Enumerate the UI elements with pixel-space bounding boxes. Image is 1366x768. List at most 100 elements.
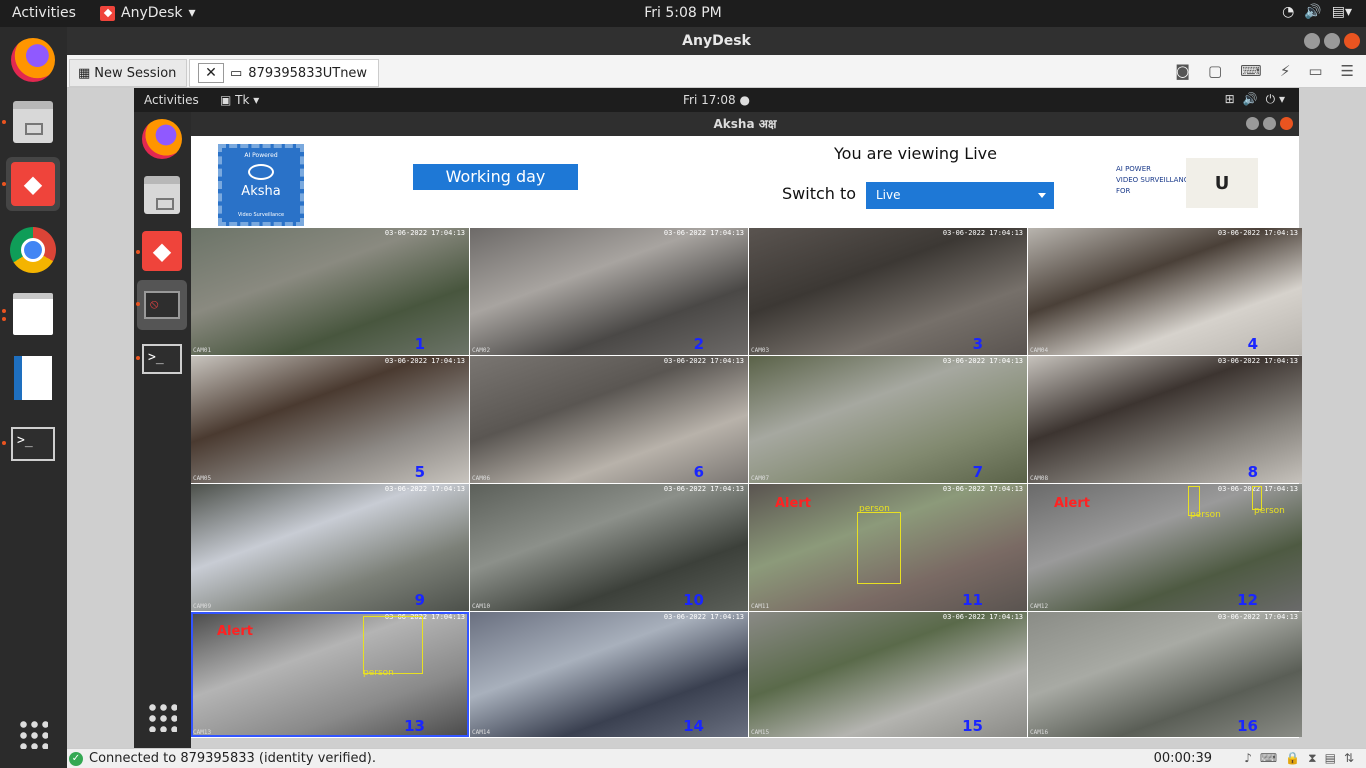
dock-anydesk[interactable]: ◆: [6, 157, 60, 211]
battery-icon: ▤▾: [1331, 4, 1352, 20]
camera-timestamp: 03-06-2022 17:04:13: [384, 229, 465, 237]
camera-timestamp: 03-06-2022 17:04:13: [942, 613, 1023, 621]
remote-dock: ◆ ⦸ >_: [134, 112, 191, 748]
camera-feed-14[interactable]: 03-06-2022 17:04:13 CAM14 14: [470, 612, 748, 737]
camera-label: CAM15: [751, 729, 770, 736]
connection-status: Connected to 879395833 (identity verifie…: [89, 751, 376, 766]
camera-feed-10[interactable]: 03-06-2022 17:04:13 CAM10 10: [470, 484, 748, 611]
input-permission-icon[interactable]: ⌨: [1260, 751, 1277, 766]
anydesk-icon: ◆: [142, 231, 182, 271]
remote-dock-tk-app[interactable]: ⦸: [137, 280, 187, 330]
keyboard-icon[interactable]: ⌨: [1240, 62, 1262, 80]
dock-terminal[interactable]: >_: [6, 417, 60, 471]
camera-feed-13[interactable]: 03-06-2022 17:04:13 CAM13 13 Alert person: [191, 612, 469, 737]
tab-label: 879395833UTnew: [248, 65, 368, 81]
camera-feed-8[interactable]: 03-06-2022 17:04:13 CAM08 8: [1028, 356, 1302, 483]
remote-show-applications[interactable]: [137, 692, 187, 742]
close-tab-icon[interactable]: ✕: [198, 63, 224, 83]
menu-icon[interactable]: ☰: [1341, 62, 1354, 80]
camera-number: 15: [962, 717, 983, 735]
brand-line: VIDEO SURVEILLANCE: [1116, 176, 1194, 184]
permission-icons: ♪ ⌨ 🔒 ⧗ ▤ ⇅: [1244, 751, 1354, 766]
camera-feed-15[interactable]: 03-06-2022 17:04:13 CAM15 15: [749, 612, 1027, 737]
camera-feed-2[interactable]: 03-06-2022 17:04:13 CAM02 2: [470, 228, 748, 355]
camera-label: CAM04: [1030, 347, 1049, 354]
dock-chrome[interactable]: [6, 223, 60, 277]
camera-feed-7[interactable]: 03-06-2022 17:04:13 CAM07 7: [749, 356, 1027, 483]
dock-files[interactable]: [6, 95, 60, 149]
aksha-window-controls: [1246, 117, 1293, 130]
text-editor-icon: [13, 293, 53, 335]
system-tray[interactable]: ◔ 🔊 ▤▾: [1282, 4, 1352, 20]
camera-number: 10: [683, 591, 704, 609]
display-settings-icon[interactable]: ◙: [1175, 62, 1190, 80]
display-icon[interactable]: ▭: [1308, 62, 1322, 80]
camera-feed-4[interactable]: 03-06-2022 17:04:13 CAM04 4: [1028, 228, 1302, 355]
camera-label: CAM02: [472, 347, 491, 354]
show-applications-button[interactable]: [6, 707, 60, 761]
remote-dock-terminal[interactable]: >_: [137, 334, 187, 384]
dock-text-editor[interactable]: [6, 287, 60, 341]
session-timer: 00:00:39: [1153, 751, 1212, 766]
clipboard-icon[interactable]: ▤: [1325, 751, 1336, 766]
person-detection-box: [857, 512, 901, 584]
camera-grid: 03-06-2022 17:04:13 CAM01 1 03-06-2022 17:0…: [191, 228, 1302, 738]
remote-clock[interactable]: Fri 17:08 ●: [134, 93, 1299, 107]
camera-timestamp: 03-06-2022 17:04:13: [663, 357, 744, 365]
view-mode-select[interactable]: Live: [866, 182, 1054, 209]
dock-firefox[interactable]: [6, 33, 60, 87]
firefox-icon: [11, 38, 55, 82]
person-detection-label: person: [1190, 510, 1221, 520]
camera-timestamp: 03-06-2022 17:04:13: [384, 485, 465, 493]
maximize-button[interactable]: [1324, 33, 1340, 49]
writer-icon: [14, 356, 52, 400]
camera-label: CAM03: [751, 347, 770, 354]
camera-label: CAM10: [472, 603, 491, 610]
network-icon: ⊞: [1224, 92, 1235, 106]
person-detection-label: person: [859, 504, 890, 514]
camera-feed-6[interactable]: 03-06-2022 17:04:13 CAM06 6: [470, 356, 748, 483]
camera-feed-5[interactable]: 03-06-2022 17:04:13 CAM05 5: [191, 356, 469, 483]
switch-to-label: Switch to: [782, 184, 857, 203]
hourglass-icon[interactable]: ⧗: [1308, 751, 1316, 766]
window-title: AnyDesk: [682, 33, 751, 49]
camera-label: CAM13: [193, 729, 212, 736]
tab-remote-session[interactable]: ✕ ▭ 879395833UTnew: [189, 59, 379, 87]
actions-icon[interactable]: ⚡: [1280, 62, 1291, 80]
file-transfer-icon[interactable]: ⇅: [1344, 751, 1354, 766]
camera-number: 16: [1237, 717, 1258, 735]
camera-feed-3[interactable]: 03-06-2022 17:04:13 CAM03 3: [749, 228, 1027, 355]
close-button[interactable]: [1280, 117, 1293, 130]
close-button[interactable]: [1344, 33, 1360, 49]
camera-feed-11[interactable]: 03-06-2022 17:04:13 CAM11 11 Alert person: [749, 484, 1027, 611]
remote-tray[interactable]: ⊞ 🔊 ⏻ ▾: [1225, 92, 1285, 107]
person-detection-box: [363, 616, 423, 674]
maximize-button[interactable]: [1263, 117, 1276, 130]
camera-number: 11: [962, 591, 983, 609]
remote-dock-files[interactable]: [137, 170, 187, 220]
camera-feed-1[interactable]: 03-06-2022 17:04:13 CAM01 1: [191, 228, 469, 355]
system-top-bar: Activities AnyDesk ▾ Fri 5:08 PM ◔ 🔊 ▤▾: [0, 0, 1366, 27]
camera-feed-9[interactable]: 03-06-2022 17:04:13 CAM09 9: [191, 484, 469, 611]
minimize-button[interactable]: [1304, 33, 1320, 49]
minimize-button[interactable]: [1246, 117, 1259, 130]
status-bar: ✓ Connected to 879395833 (identity verif…: [67, 748, 1366, 768]
remote-dock-anydesk[interactable]: ◆: [137, 226, 187, 276]
clock[interactable]: Fri 5:08 PM: [0, 5, 1366, 21]
camera-feed-16[interactable]: 03-06-2022 17:04:13 CAM16 16: [1028, 612, 1302, 737]
remote-desktop-view[interactable]: Activities ▣ Tk ▾ Fri 17:08 ● ⊞ 🔊 ⏻ ▾ ◆ …: [67, 88, 1366, 748]
camera-feed-12[interactable]: 03-06-2022 17:04:13 CAM12 12 Alert person per…: [1028, 484, 1302, 611]
audio-permission-icon[interactable]: ♪: [1244, 751, 1252, 766]
tab-new-session[interactable]: ▦ New Session: [69, 59, 187, 87]
window-titlebar: AnyDesk: [67, 27, 1366, 55]
running-indicator: [136, 356, 140, 360]
camera-number: 12: [1237, 591, 1258, 609]
lock-icon[interactable]: 🔒: [1285, 751, 1300, 766]
running-indicator: [2, 317, 6, 321]
remote-dock-firefox[interactable]: [137, 114, 187, 164]
viewing-mode-text: You are viewing Live: [834, 144, 997, 163]
chat-icon[interactable]: ▢: [1208, 62, 1222, 80]
verified-check-icon: ✓: [69, 752, 83, 766]
dock-writer[interactable]: [6, 351, 60, 405]
files-icon: [144, 176, 180, 214]
